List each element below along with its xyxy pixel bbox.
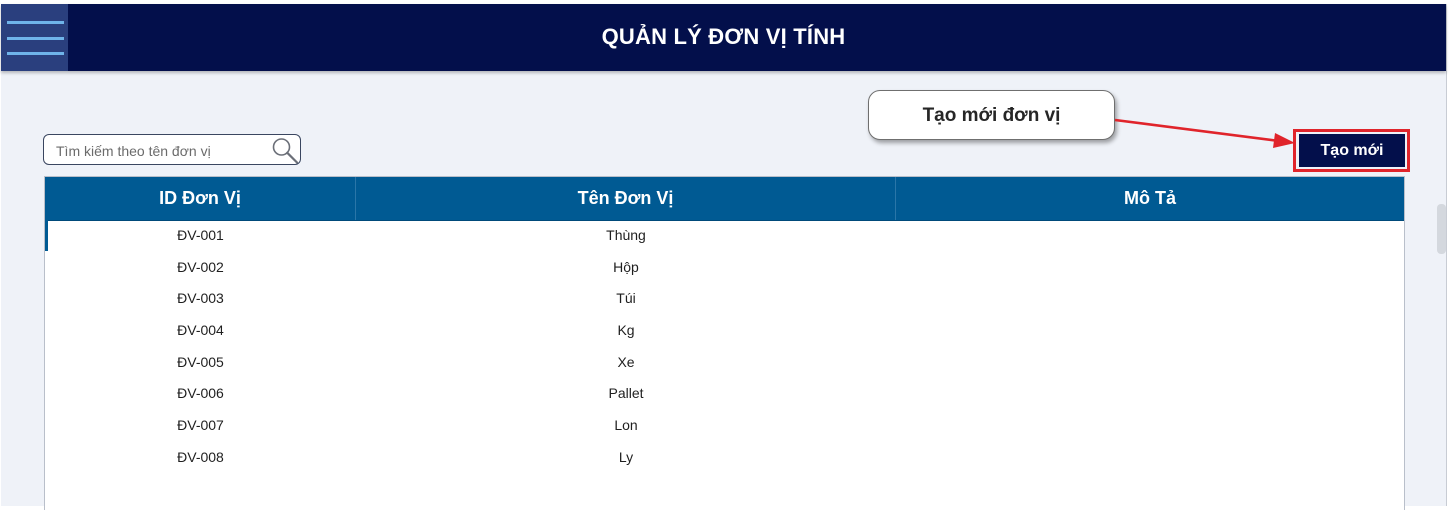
table-row[interactable]: ĐV-005 Xe (45, 347, 1404, 379)
table-body: ĐV-001 Thùng ĐV-002 Hộp ĐV-003 Túi ĐV-00… (45, 220, 1404, 474)
cell-name: Kg (617, 322, 635, 339)
table-row[interactable]: ĐV-002 Hộp (45, 252, 1404, 284)
table-header: ID Đơn Vị Tên Đơn Vị Mô Tả (45, 177, 1404, 221)
cell-name: Ly (618, 448, 634, 465)
cell-description (896, 252, 1404, 283)
scrollbar[interactable] (1437, 204, 1446, 254)
create-unit-callout: Tạo mới đơn vị (868, 90, 1115, 140)
table-row[interactable]: ĐV-001 Thùng (45, 220, 1404, 252)
units-table: ID Đơn Vị Tên Đơn Vị Mô Tả ĐV-001 Thùng … (44, 176, 1405, 510)
cell-name: Túi (616, 290, 636, 307)
app-screen: QUẢN LÝ ĐƠN VỊ TÍNH Tạo mới đơn vị Tạo m… (1, 4, 1447, 510)
table-row[interactable]: ĐV-008 Ly (45, 442, 1404, 474)
cell-id: ĐV-008 (177, 448, 224, 465)
cell-description (896, 315, 1404, 346)
cell-id: ĐV-005 (177, 353, 224, 370)
column-header-name[interactable]: Tên Đơn Vị (356, 177, 896, 220)
table-row[interactable]: ĐV-004 Kg (45, 315, 1404, 347)
search-input[interactable] (54, 139, 268, 163)
column-header-id[interactable]: ID Đơn Vị (45, 177, 356, 220)
table-row[interactable]: ĐV-007 Lon (45, 410, 1404, 442)
cell-description (896, 378, 1404, 409)
search-box[interactable] (43, 134, 301, 165)
cell-description (896, 442, 1404, 473)
page-title: QUẢN LÝ ĐƠN VỊ TÍNH (601, 24, 846, 49)
cell-id: ĐV-006 (177, 385, 224, 402)
cell-description (896, 283, 1404, 314)
cell-name: Thùng (606, 227, 646, 243)
cell-id: ĐV-001 (177, 227, 224, 243)
cell-name: Lon (614, 417, 638, 434)
search-icon[interactable] (270, 136, 300, 164)
cell-name: Xe (617, 353, 635, 370)
cell-id: ĐV-007 (177, 417, 224, 434)
cell-id: ĐV-004 (177, 322, 224, 339)
column-header-description[interactable]: Mô Tả (896, 177, 1404, 220)
create-new-button[interactable]: Tạo mới (1299, 134, 1405, 167)
table-row[interactable]: ĐV-003 Túi (45, 283, 1404, 315)
cell-description (896, 410, 1404, 441)
header-bar: QUẢN LÝ ĐƠN VỊ TÍNH (1, 4, 1446, 71)
cell-name: Pallet (608, 385, 644, 402)
cell-name: Hộp (613, 258, 639, 275)
cell-id: ĐV-002 (177, 258, 224, 275)
callout-arrow (1114, 118, 1295, 148)
cell-description (896, 220, 1404, 251)
cell-id: ĐV-003 (177, 290, 224, 307)
table-row[interactable]: ĐV-006 Pallet (45, 378, 1404, 410)
cell-description (896, 347, 1404, 378)
